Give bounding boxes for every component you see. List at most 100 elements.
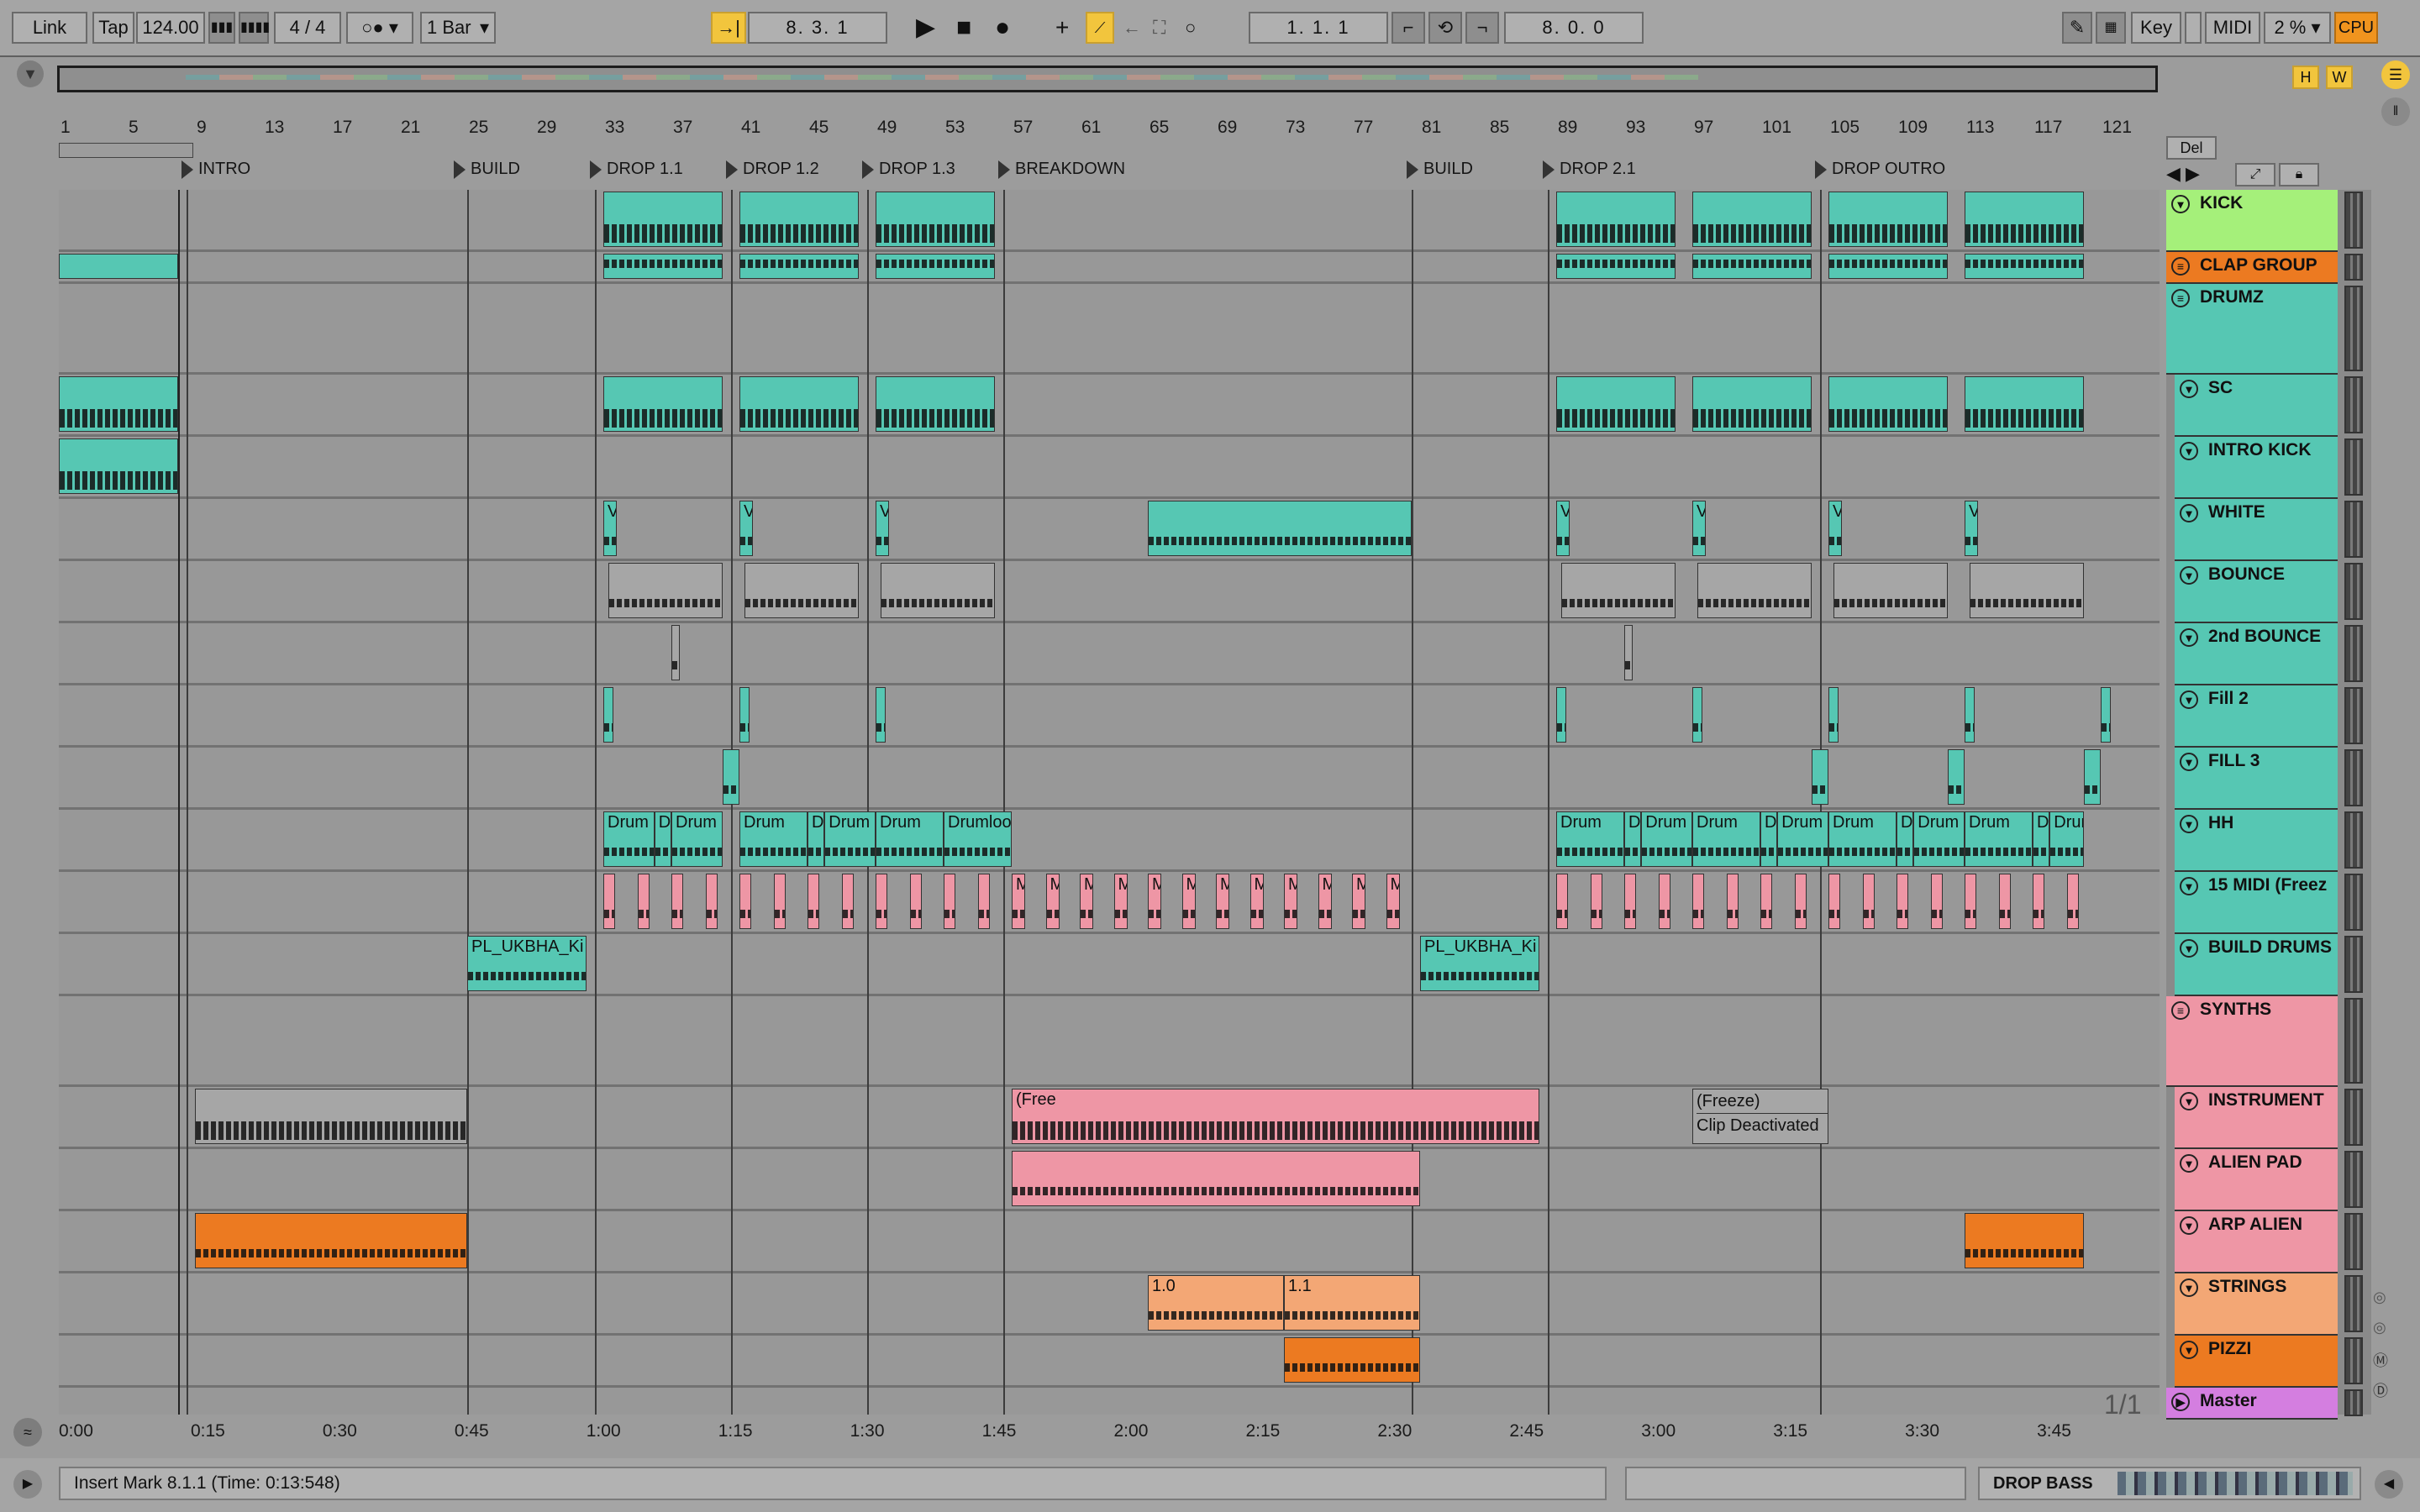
clip[interactable] <box>881 563 995 618</box>
track-fold-icon[interactable]: ▾ <box>2180 1216 2198 1235</box>
clip[interactable] <box>1556 192 1676 247</box>
clip[interactable]: M <box>1012 874 1026 929</box>
track-fold-icon[interactable]: ▾ <box>2180 815 2198 833</box>
clip[interactable] <box>876 687 886 743</box>
clip[interactable] <box>841 874 854 929</box>
clip[interactable] <box>1828 687 1839 743</box>
clip[interactable]: M <box>1080 874 1094 929</box>
optimize-width-button[interactable]: W <box>2326 66 2353 89</box>
track-fold-icon[interactable]: ▾ <box>2180 504 2198 522</box>
clip[interactable]: M <box>1216 874 1230 929</box>
clip[interactable]: V <box>603 501 618 556</box>
loop-length-field[interactable]: 8. 0. 0 <box>1504 12 1644 44</box>
session-record-icon[interactable]: ○ <box>1185 12 1196 44</box>
clip[interactable] <box>1811 749 1828 805</box>
track-lane-intro-kick[interactable] <box>59 437 2160 499</box>
track-header-master[interactable]: ▶ Master <box>2166 1388 2338 1420</box>
clip[interactable]: M <box>1318 874 1332 929</box>
locator-drop-2-1[interactable]: DROP 2.1 <box>1543 160 1636 179</box>
clip[interactable]: M <box>1113 874 1128 929</box>
track-fold-icon[interactable]: ▾ <box>2180 628 2198 647</box>
clip[interactable]: 1.1 <box>1284 1275 1420 1331</box>
clip[interactable] <box>1965 687 1975 743</box>
play-icon[interactable]: ▶ <box>916 12 944 44</box>
clip[interactable] <box>1726 874 1739 929</box>
nudge-down-button[interactable]: ▮▮▮ <box>208 12 235 44</box>
track-lane-fill-3[interactable] <box>59 748 2160 810</box>
loop-switch-button[interactable]: ⟲ <box>1428 12 1462 44</box>
clip[interactable] <box>1760 874 1773 929</box>
detail-view-toggle-icon[interactable]: ◀ <box>2375 1470 2403 1499</box>
clip[interactable] <box>876 192 995 247</box>
optimize-height-button[interactable]: H <box>2292 66 2319 89</box>
draw-mode-button[interactable]: ✎ <box>2062 12 2092 44</box>
info-view-toggle-icon[interactable]: ▶ <box>13 1470 42 1499</box>
clip[interactable]: D <box>654 811 671 867</box>
lock-button[interactable]: 🔒︎ <box>2279 163 2319 186</box>
clip[interactable] <box>1556 874 1569 929</box>
io-toggle-icon[interactable]: ◎ <box>2373 1289 2386 1306</box>
locator-drop-1-1[interactable]: DROP 1.1 <box>590 160 683 179</box>
locator-drop-1-2[interactable]: DROP 1.2 <box>726 160 819 179</box>
sends-toggle-icon[interactable]: ◎ <box>2373 1319 2386 1336</box>
clip[interactable] <box>1965 254 2084 279</box>
clip[interactable]: Drum <box>876 811 944 867</box>
clip[interactable] <box>1965 192 2084 247</box>
locator-intro[interactable]: INTRO <box>182 160 250 179</box>
clip[interactable] <box>773 874 786 929</box>
clip[interactable] <box>1561 563 1676 618</box>
arrangement-position-field[interactable]: 8. 3. 1 <box>748 12 887 44</box>
loop-start-field[interactable]: 1. 1. 1 <box>1249 12 1388 44</box>
track-header-bounce[interactable]: ▾ BOUNCE <box>2175 561 2338 623</box>
track-header-instrument[interactable]: ▾ INSTRUMENT <box>2175 1087 2338 1149</box>
track-header-clap-group[interactable]: ≡ CLAP GROUP <box>2166 252 2338 284</box>
clip[interactable] <box>1148 501 1412 556</box>
locator-build[interactable]: BUILD <box>454 160 520 179</box>
clip[interactable] <box>195 1089 467 1144</box>
clip[interactable] <box>876 254 995 279</box>
clip[interactable]: Drum <box>1828 811 1897 867</box>
punch-out-button[interactable]: ¬ <box>1465 12 1499 44</box>
record-icon[interactable]: ● <box>995 12 1022 44</box>
clip[interactable]: Drum <box>1965 811 2033 867</box>
clip[interactable] <box>1692 687 1703 743</box>
clip[interactable] <box>1012 1151 1420 1206</box>
clip[interactable] <box>1692 192 1812 247</box>
time-ruler[interactable]: 0:00 0:15 0:30 0:45 1:00 1:15 1:30 1:45 2:00 2:15… <box>59 1416 2160 1443</box>
clip[interactable]: V <box>739 501 754 556</box>
track-header-pizzi[interactable]: ▾ PIZZI <box>2175 1336 2338 1388</box>
capture-icon[interactable]: ⛶ <box>1153 12 1165 44</box>
clip[interactable] <box>603 254 723 279</box>
automation-lane-icon[interactable]: ≈ <box>13 1418 42 1446</box>
track-header-build-drums[interactable]: ▾ BUILD DRUMS <box>2175 934 2338 996</box>
clip[interactable] <box>1697 563 1812 618</box>
track-lane-build-drums[interactable] <box>59 934 2160 996</box>
clip[interactable]: M <box>1045 874 1060 929</box>
clip[interactable] <box>603 874 616 929</box>
track-lane-synths[interactable] <box>59 996 2160 1087</box>
track-lane-strings[interactable] <box>59 1273 2160 1336</box>
group-fold-icon[interactable]: ≡ <box>2171 257 2190 276</box>
follow-button[interactable]: →| <box>711 12 746 44</box>
arrangement-view[interactable]: VVVVVVVDrumDDrumDrumDDrumDrumDrumlooDrum… <box>59 190 2160 1415</box>
clip[interactable]: Drum <box>1913 811 1965 867</box>
track-fold-icon[interactable]: ▾ <box>2180 1278 2198 1297</box>
clip[interactable] <box>1284 1337 1420 1383</box>
clip[interactable]: Drum <box>824 811 876 867</box>
nudge-up-button[interactable]: ▮▮▮▮ <box>239 12 270 44</box>
clip[interactable]: V <box>1828 501 1843 556</box>
track-lane-white[interactable] <box>59 499 2160 561</box>
clip[interactable]: D <box>1624 811 1642 867</box>
clip[interactable] <box>739 254 859 279</box>
browser-toggle-icon[interactable]: ▼ <box>17 60 44 87</box>
clip[interactable] <box>1965 874 1977 929</box>
clip[interactable] <box>1930 874 1943 929</box>
clip[interactable] <box>1692 376 1812 432</box>
clip[interactable]: 1.0 <box>1148 1275 1284 1331</box>
clip[interactable]: Drum <box>739 811 808 867</box>
clip[interactable] <box>1556 254 1676 279</box>
clip[interactable] <box>195 1213 467 1268</box>
clip[interactable] <box>1828 874 1841 929</box>
clip[interactable]: M <box>1181 874 1196 929</box>
clip[interactable] <box>1970 563 2084 618</box>
